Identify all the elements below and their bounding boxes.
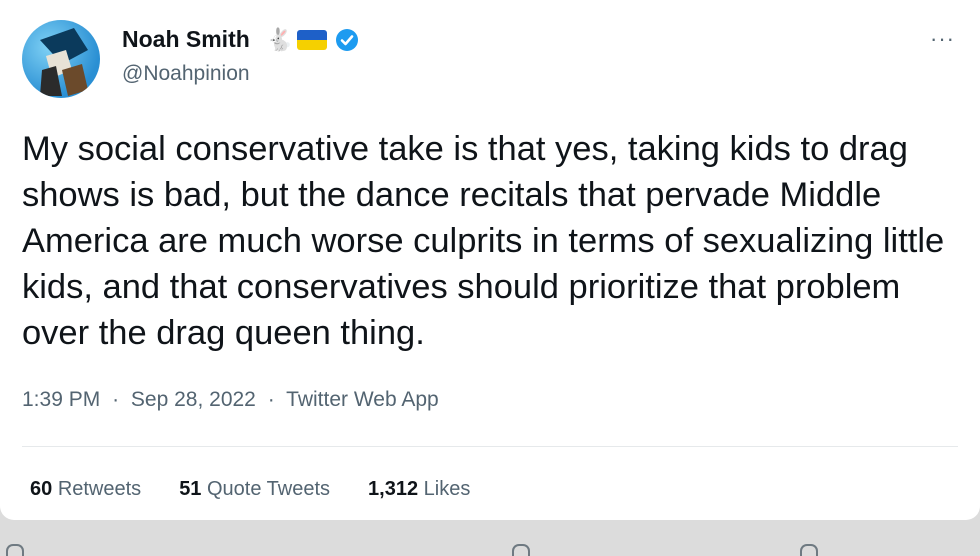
avatar-illustration	[40, 28, 88, 96]
more-options-button[interactable]: ···	[930, 26, 955, 52]
tweet-date[interactable]: Sep 28, 2022	[131, 388, 256, 411]
verified-badge-icon[interactable]	[335, 28, 359, 52]
reply-icon[interactable]	[6, 544, 24, 556]
retweets-stat[interactable]: 60 Retweets	[30, 478, 141, 501]
separator: ·	[112, 388, 120, 411]
rabbit-icon: 🐇	[266, 27, 294, 52]
quote-tweets-stat[interactable]: 51 Quote Tweets	[179, 478, 330, 501]
likes-count: 1,312	[368, 478, 419, 500]
retweets-label: Retweets	[57, 478, 142, 500]
engagement-stats: 60 Retweets 51 Quote Tweets 1,312 Likes	[30, 478, 470, 501]
tweet-metadata: 1:39 PM · Sep 28, 2022 · Twitter Web App	[22, 388, 439, 412]
share-icon[interactable]	[800, 544, 818, 556]
quote-tweets-count: 51	[179, 478, 202, 500]
separator: ·	[267, 388, 275, 411]
tweet-source[interactable]: Twitter Web App	[286, 388, 439, 411]
retweets-count: 60	[30, 478, 53, 500]
like-icon[interactable]	[512, 544, 530, 556]
action-bar	[0, 540, 980, 556]
divider	[22, 446, 958, 447]
tweet-text: My social conservative take is that yes,…	[22, 130, 945, 352]
avatar[interactable]	[22, 20, 100, 98]
tweet-time[interactable]: 1:39 PM	[22, 388, 100, 411]
likes-label: Likes	[423, 478, 471, 500]
author-name[interactable]: Noah Smith	[122, 26, 250, 53]
ukraine-flag-icon	[297, 30, 328, 50]
author-handle[interactable]: @Noahpinion	[122, 62, 250, 86]
tweet-card: Noah Smith 🐇 @Noahpinion ··· My social c…	[0, 0, 980, 520]
likes-stat[interactable]: 1,312 Likes	[368, 478, 470, 501]
name-emojis: 🐇	[266, 25, 359, 55]
quote-tweets-label: Quote Tweets	[207, 478, 331, 500]
